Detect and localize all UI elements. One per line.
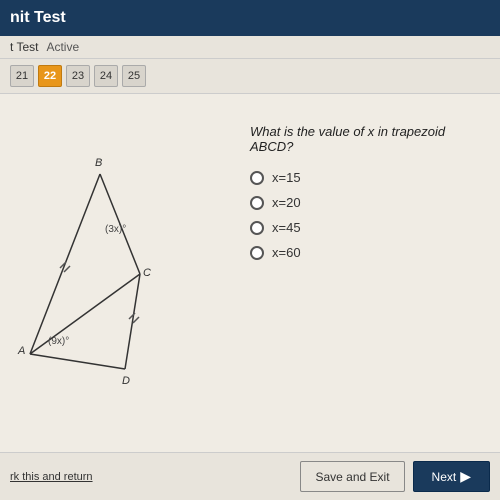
tick-ab-2 [64,266,70,272]
side-da [30,354,125,369]
question-nav-tabs: 21 22 23 24 25 [0,59,500,94]
question-area: What is the value of x in trapezoid ABCD… [230,114,490,444]
next-arrow-icon: ▶ [460,468,471,485]
radio-4[interactable] [250,246,264,260]
main-content: B A C D (3x)° (9x)° What is the value of… [0,94,500,454]
app-title: nit Test [10,9,66,27]
mark-return-link[interactable]: rk this and return [10,471,93,483]
bottom-bar: rk this and return Save and Exit Next ▶ [0,452,500,500]
diagram-area: B A C D (3x)° (9x)° [10,114,230,434]
next-button[interactable]: Next ▶ [413,461,490,492]
option-4-label: x=60 [272,245,301,260]
next-button-label: Next [432,470,457,484]
sub-title: t Test [10,40,38,54]
option-3[interactable]: x=45 [250,220,480,235]
angle-9x-label: (9x)° [48,336,69,347]
vertex-a-label: A [17,345,25,357]
option-2[interactable]: x=20 [250,195,480,210]
status-badge: Active [46,40,79,54]
side-cd [125,274,140,369]
bottom-buttons: Save and Exit Next ▶ [300,461,490,492]
vertex-b-label: B [95,157,102,169]
radio-2[interactable] [250,196,264,210]
trapezoid-diagram: B A C D (3x)° (9x)° [10,114,210,414]
diagonal-ac [30,274,140,354]
tick-cd-2 [133,317,139,323]
options-list: x=15 x=20 x=45 x=60 [250,170,480,260]
question-text: What is the value of x in trapezoid ABCD… [250,124,480,154]
option-3-label: x=45 [272,220,301,235]
nav-tab-22[interactable]: 22 [38,65,62,87]
vertex-d-label: D [122,375,130,387]
option-1[interactable]: x=15 [250,170,480,185]
nav-tab-24[interactable]: 24 [94,65,118,87]
option-1-label: x=15 [272,170,301,185]
option-2-label: x=20 [272,195,301,210]
nav-tab-21[interactable]: 21 [10,65,34,87]
radio-1[interactable] [250,171,264,185]
save-exit-button[interactable]: Save and Exit [300,461,404,492]
angle-3x-label: (3x)° [105,224,126,235]
nav-tab-23[interactable]: 23 [66,65,90,87]
sub-header: t Test Active [0,36,500,59]
vertex-c-label: C [143,267,151,279]
top-header-bar: nit Test [0,0,500,36]
option-4[interactable]: x=60 [250,245,480,260]
nav-tab-25[interactable]: 25 [122,65,146,87]
radio-3[interactable] [250,221,264,235]
